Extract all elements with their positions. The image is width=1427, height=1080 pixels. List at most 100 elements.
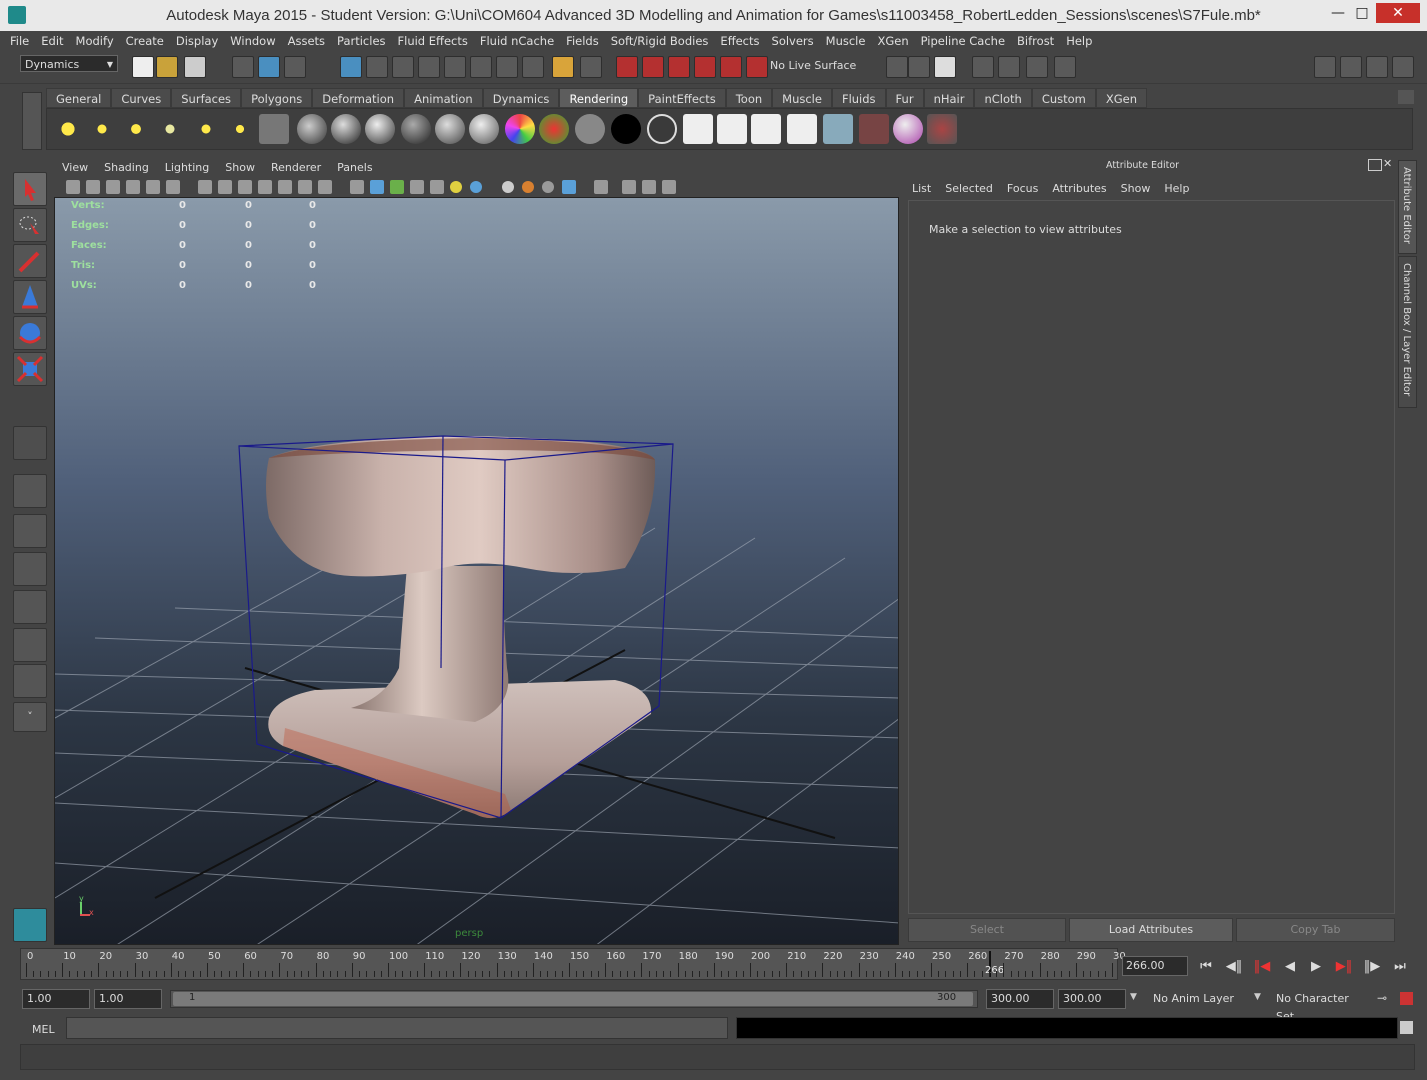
input-ops-icon[interactable] — [886, 56, 908, 78]
magnet-surface-icon[interactable] — [694, 56, 716, 78]
command-input[interactable] — [66, 1017, 728, 1039]
shading-group-icon[interactable] — [647, 114, 677, 144]
menu-particles[interactable]: Particles — [331, 31, 391, 51]
auto-key-icon[interactable]: ⊸ — [1377, 991, 1387, 1005]
step-forward-frame-icon[interactable]: ▶‖ — [1334, 958, 1354, 976]
spot-light-icon[interactable] — [155, 114, 185, 144]
phong-e-icon[interactable] — [401, 114, 431, 144]
tab-fluids[interactable]: Fluids — [831, 88, 886, 108]
tab-channel-box-layer-editor[interactable]: Channel Box / Layer Editor — [1398, 256, 1417, 408]
ipr-render-icon[interactable] — [998, 56, 1020, 78]
render-view-icon[interactable] — [683, 114, 713, 144]
four-view-layout-icon[interactable] — [13, 514, 47, 548]
snap-to-plane-icon[interactable] — [418, 56, 440, 78]
tab-rendering[interactable]: Rendering — [559, 88, 639, 108]
viewport-menu-panels[interactable]: Panels — [329, 159, 380, 177]
tab-deformation[interactable]: Deformation — [312, 88, 405, 108]
batch-render-icon[interactable] — [787, 114, 817, 144]
paint-select-tool-icon[interactable] — [13, 244, 47, 278]
new-scene-icon[interactable] — [132, 56, 154, 78]
menu-fluid-effects[interactable]: Fluid Effects — [392, 31, 474, 51]
menu-file[interactable]: File — [0, 31, 35, 51]
close-icon[interactable]: ✕ — [1376, 3, 1420, 23]
tool-settings-toggle-icon[interactable] — [1366, 56, 1388, 78]
go-to-end-icon[interactable]: ⏭ — [1390, 958, 1410, 976]
menu-fields[interactable]: Fields — [560, 31, 605, 51]
tab-muscle[interactable]: Muscle — [772, 88, 832, 108]
perspective-viewport[interactable]: Verts: Edges: Faces: Tris: UVs: 0 0 0 0 … — [54, 197, 899, 945]
step-back-frame-icon[interactable]: ‖◀ — [1252, 958, 1272, 976]
tab-animation[interactable]: Animation — [404, 88, 483, 108]
live-surface-label[interactable]: No Live Surface — [770, 59, 856, 72]
ae-menu-list[interactable]: List — [905, 181, 938, 197]
tab-curves[interactable]: Curves — [111, 88, 172, 108]
blinn-icon[interactable] — [331, 114, 361, 144]
trash-icon[interactable] — [1398, 90, 1414, 104]
viewport-toolbar-icons[interactable] — [54, 177, 899, 197]
tab-polygons[interactable]: Polygons — [241, 88, 313, 108]
play-forwards-icon[interactable]: ▶ — [1306, 958, 1326, 976]
snap-to-curve-icon[interactable] — [366, 56, 388, 78]
menu-display[interactable]: Display — [170, 31, 224, 51]
camera-icon[interactable] — [259, 114, 289, 144]
shelf-menu-icon[interactable] — [22, 92, 42, 150]
anim-layer-chevron-icon[interactable]: ▼ — [1130, 992, 1137, 1002]
render-layer-icon[interactable] — [859, 114, 889, 144]
menu-create[interactable]: Create — [120, 31, 170, 51]
layered-shader-icon[interactable] — [469, 114, 499, 144]
scale-tool-icon[interactable] — [13, 352, 47, 386]
volume-light-icon[interactable] — [225, 114, 255, 144]
select-button[interactable]: Select — [908, 918, 1066, 942]
black-shader-icon[interactable] — [611, 114, 641, 144]
close-panel-icon[interactable]: ✕ — [1383, 157, 1392, 170]
lasso-tool-icon[interactable] — [13, 208, 47, 242]
lock-icon[interactable] — [552, 56, 574, 78]
viewport-menu-lighting[interactable]: Lighting — [157, 159, 217, 177]
menu-bifrost[interactable]: Bifrost — [1011, 31, 1060, 51]
go-to-start-icon[interactable]: ⏮ — [1196, 958, 1216, 976]
range-slider-handle[interactable] — [173, 992, 973, 1006]
magnet-icon[interactable] — [616, 56, 638, 78]
ae-menu-show[interactable]: Show — [1114, 181, 1158, 197]
float-panel-icon[interactable] — [1368, 159, 1382, 171]
script-editor-icon[interactable] — [1400, 1021, 1413, 1034]
hypershade-icon[interactable] — [1054, 56, 1076, 78]
tab-attribute-editor[interactable]: Attribute Editor — [1398, 160, 1417, 254]
select-by-object-icon[interactable] — [258, 56, 280, 78]
surface-shader-icon[interactable] — [539, 114, 569, 144]
select-tool-icon[interactable] — [13, 172, 47, 206]
play-backwards-icon[interactable]: ◀ — [1280, 958, 1300, 976]
lambert-icon[interactable] — [297, 114, 327, 144]
magnet-curve-icon[interactable] — [642, 56, 664, 78]
range-slider[interactable]: 1 300 — [170, 990, 978, 1008]
save-scene-icon[interactable] — [184, 56, 206, 78]
playback-end-field[interactable]: 300.00 — [986, 989, 1054, 1009]
help-query-icon[interactable] — [522, 56, 544, 78]
single-perspective-layout-icon[interactable] — [13, 474, 47, 508]
menu-effects[interactable]: Effects — [714, 31, 765, 51]
character-set-dropdown[interactable]: No Character Set — [1271, 989, 1371, 1023]
tab-custom[interactable]: Custom — [1031, 88, 1096, 108]
paint-brush-icon[interactable] — [927, 114, 957, 144]
time-slider[interactable]: 266 0 10 20 30 40 50 60 70 80 90 100 110 120 130 140 15… — [20, 948, 1126, 980]
hypershade-shelf-icon[interactable] — [823, 114, 853, 144]
tab-painteffects[interactable]: PaintEffects — [638, 88, 726, 108]
snap-to-grid-icon[interactable] — [340, 56, 362, 78]
output-ops-icon[interactable] — [908, 56, 930, 78]
menu-fluid-ncache[interactable]: Fluid nCache — [474, 31, 560, 51]
menu-solvers[interactable]: Solvers — [766, 31, 820, 51]
render-current-frame-icon[interactable] — [717, 114, 747, 144]
end-time-field[interactable]: 300.00 — [1058, 989, 1126, 1009]
tab-fur[interactable]: Fur — [885, 88, 924, 108]
render-globals-icon[interactable] — [1026, 56, 1048, 78]
menu-set-dropdown[interactable]: Dynamics — [20, 55, 118, 73]
preferences-icon[interactable] — [1400, 992, 1413, 1005]
selection-mask-icon[interactable] — [580, 56, 602, 78]
tab-surfaces[interactable]: Surfaces — [171, 88, 242, 108]
outliner-persp-layout-icon[interactable] — [13, 552, 47, 586]
copy-tab-button[interactable]: Copy Tab — [1236, 918, 1395, 942]
ae-menu-help[interactable]: Help — [1157, 181, 1196, 197]
tab-xgen[interactable]: XGen — [1095, 88, 1148, 108]
render-frame-icon[interactable] — [972, 56, 994, 78]
character-set-chevron-icon[interactable]: ▼ — [1254, 992, 1261, 1002]
